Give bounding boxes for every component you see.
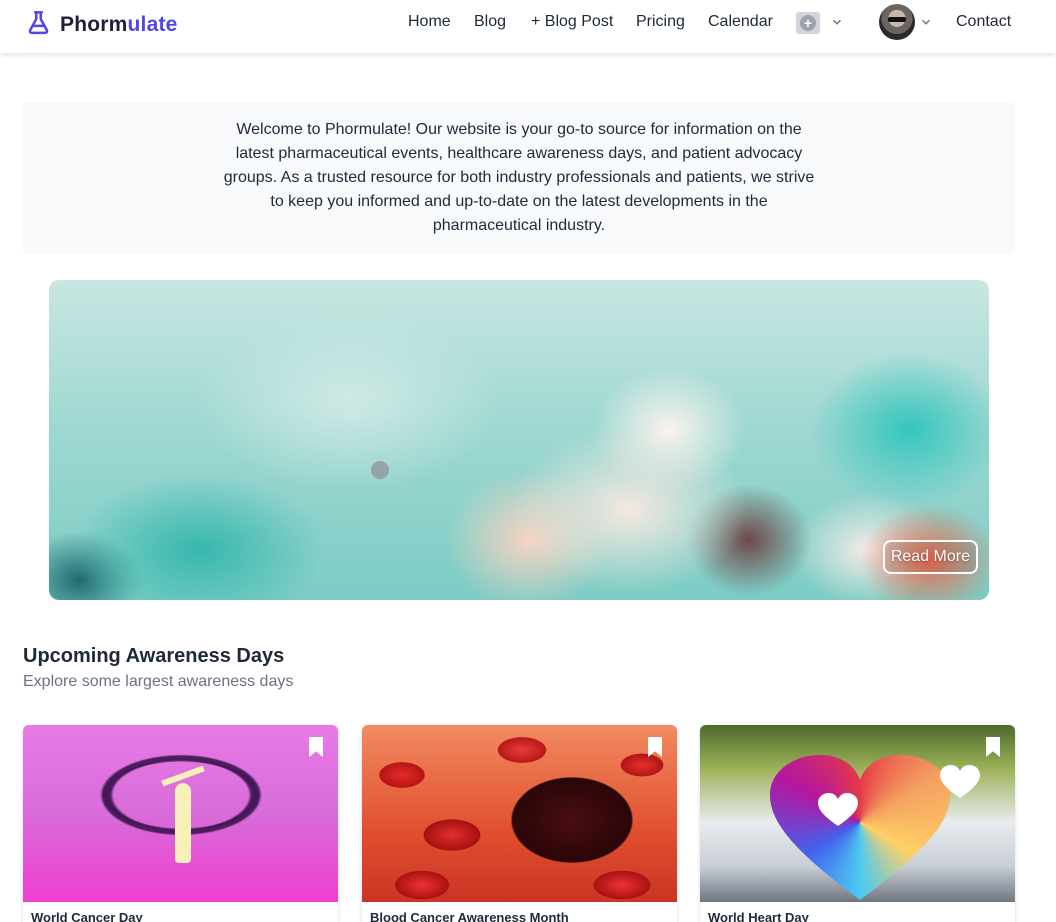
card-image bbox=[362, 725, 677, 902]
top-navbar: Phormulate Home Blog + Blog Post Pricing… bbox=[0, 0, 1056, 53]
carousel-indicator-dot[interactable] bbox=[371, 461, 389, 479]
chevron-down-icon[interactable] bbox=[830, 15, 844, 29]
section-subtitle: Explore some largest awareness days bbox=[23, 673, 294, 690]
nav-pricing-link[interactable]: Pricing bbox=[636, 13, 685, 31]
plus-circle-icon: + bbox=[800, 15, 816, 31]
nav-contact-link[interactable]: Contact bbox=[956, 13, 1011, 31]
user-avatar[interactable] bbox=[879, 4, 915, 40]
add-menu-button[interactable]: + bbox=[796, 12, 820, 34]
nav-blog-link[interactable]: Blog bbox=[474, 13, 506, 31]
section-title: Upcoming Awareness Days bbox=[23, 645, 285, 667]
flask-icon bbox=[25, 9, 52, 41]
bookmark-icon[interactable] bbox=[309, 737, 323, 757]
welcome-text: Welcome to Phormulate! Our website is yo… bbox=[223, 121, 815, 234]
awareness-card[interactable]: World Cancer Day bbox=[23, 725, 338, 922]
awareness-card[interactable]: World Heart Day bbox=[700, 725, 1015, 922]
nav-calendar-link[interactable]: Calendar bbox=[708, 13, 773, 31]
awareness-card[interactable]: Blood Cancer Awareness Month bbox=[362, 725, 677, 922]
brand-name: Phormulate bbox=[60, 13, 178, 37]
chevron-down-icon[interactable] bbox=[919, 15, 933, 29]
read-more-button[interactable]: Read More bbox=[882, 540, 978, 574]
bookmark-icon[interactable] bbox=[986, 737, 1000, 757]
card-title: Blood Cancer Awareness Month bbox=[370, 910, 569, 922]
card-title: World Heart Day bbox=[708, 910, 809, 922]
card-image bbox=[23, 725, 338, 902]
nav-blog-post-link[interactable]: + Blog Post bbox=[531, 13, 613, 31]
brand-logo-link[interactable]: Phormulate bbox=[25, 9, 178, 41]
brand-name-part2: ulate bbox=[127, 13, 178, 36]
hero-banner-image: Read More bbox=[49, 280, 989, 600]
card-title: World Cancer Day bbox=[31, 910, 143, 922]
bookmark-icon[interactable] bbox=[648, 737, 662, 757]
nav-home-link[interactable]: Home bbox=[408, 13, 451, 31]
brand-name-part1: Phorm bbox=[60, 13, 128, 36]
card-image bbox=[700, 725, 1015, 902]
welcome-panel: Welcome to Phormulate! Our website is yo… bbox=[23, 102, 1015, 254]
